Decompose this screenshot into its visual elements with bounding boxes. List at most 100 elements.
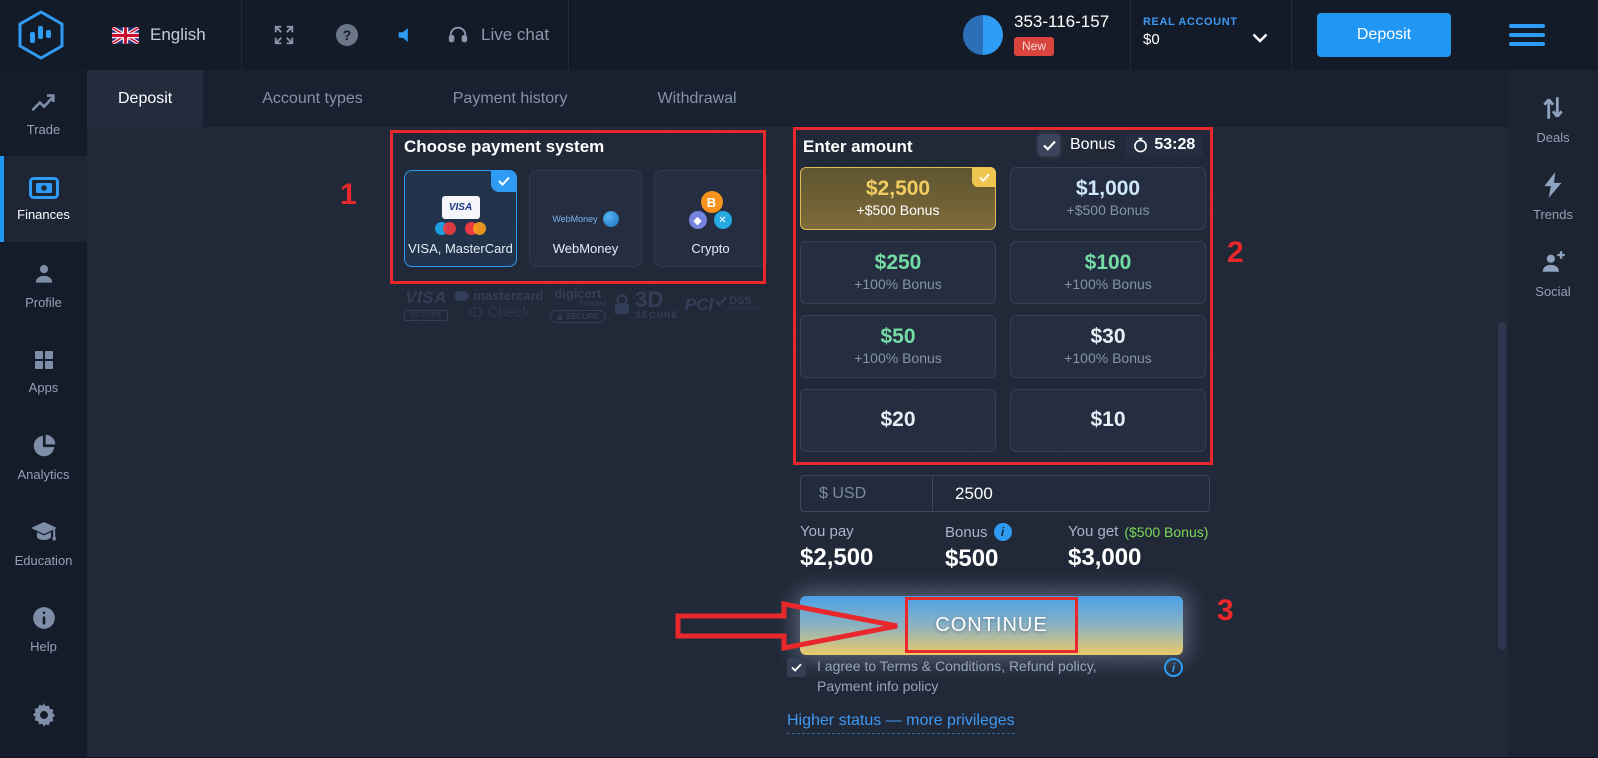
agree-checkbox[interactable] — [787, 658, 806, 677]
deposit-summary: You pay $2,500 Bonus i $500 You get ($50… — [800, 523, 1212, 577]
app-logo-icon[interactable] — [16, 9, 66, 61]
sidebar-item-label: Social — [1535, 284, 1570, 299]
choose-payment-title: Choose payment system — [404, 137, 604, 157]
bonus-info-icon[interactable]: i — [994, 523, 1012, 541]
sidebar-item-label: Trends — [1533, 207, 1573, 222]
ethereum-icon: ◆ — [689, 211, 707, 229]
tab-account-types[interactable]: Account types — [231, 70, 394, 127]
terms-text[interactable]: I agree to Terms & Conditions, Refund po… — [817, 657, 1145, 696]
amount-option-250[interactable]: $250 +100% Bonus — [800, 241, 996, 304]
left-sidebar: Trade Finances Profile Apps Analytics — [0, 70, 87, 757]
amount-option-50[interactable]: $50 +100% Bonus — [800, 315, 996, 378]
terms-info-icon[interactable]: i — [1164, 658, 1183, 677]
lightning-icon — [1542, 171, 1564, 199]
sidebar-item-help[interactable]: Help — [0, 586, 87, 672]
3d-secure-badge: 3D SECURE — [612, 289, 679, 320]
top-bar: English ? Live chat 353-116-157 New REAL… — [0, 0, 1598, 70]
amount-option-1000[interactable]: $1,000 +$500 Bonus — [1010, 167, 1206, 230]
webmoney-globe-icon — [603, 211, 619, 227]
amount-input[interactable] — [933, 476, 1209, 511]
amount-option-20[interactable]: $20 — [800, 389, 996, 452]
crypto-coins-logo: B ◆ ✕ — [686, 191, 736, 231]
account-type-label: REAL ACCOUNT — [1143, 16, 1238, 28]
scrollbar-thumb[interactable] — [1498, 322, 1506, 650]
payment-method-label: WebMoney — [553, 241, 619, 256]
live-chat-button[interactable]: Live chat — [447, 0, 549, 70]
amount-option-10[interactable]: $10 — [1010, 389, 1206, 452]
currency-selector[interactable]: $ USD — [801, 476, 933, 511]
sidebar-item-apps[interactable]: Apps — [0, 328, 87, 414]
divider — [1291, 0, 1292, 70]
add-user-icon — [1539, 248, 1567, 276]
fullscreen-icon[interactable] — [272, 0, 296, 70]
right-sidebar: Deals Trends Social — [1508, 70, 1598, 757]
headset-icon — [447, 24, 469, 46]
amount-option-30[interactable]: $30 +100% Bonus — [1010, 315, 1206, 378]
you-pay-value: $2,500 — [800, 544, 873, 572]
you-pay-label: You pay — [800, 523, 873, 540]
you-get-label: You get — [1068, 523, 1118, 540]
amount-input-group: $ USD — [800, 475, 1210, 512]
higher-status-link[interactable]: Higher status — more privileges — [787, 712, 1015, 734]
amount-options-grid: $2,500 +$500 Bonus $1,000 +$500 Bonus $2… — [800, 167, 1206, 452]
sidebar-item-label: Finances — [17, 207, 70, 222]
sound-icon[interactable] — [394, 0, 418, 70]
live-chat-label: Live chat — [481, 25, 549, 45]
sidebar-item-education[interactable]: Education — [0, 500, 87, 586]
sidebar-item-trade[interactable]: Trade — [0, 70, 87, 156]
bonus-label: Bonus — [1070, 136, 1115, 154]
check-icon — [715, 295, 727, 307]
payment-method-visa-mastercard[interactable]: VISA VISA, MasterCard — [404, 170, 517, 267]
divider — [568, 0, 569, 70]
sidebar-item-analytics[interactable]: Analytics — [0, 414, 87, 500]
bonus-controls: Bonus 53:28 — [1038, 133, 1203, 157]
bonus-summary-value: $500 — [945, 545, 1012, 573]
amount-option-2500[interactable]: $2,500 +$500 Bonus — [800, 167, 996, 230]
sidebar-item-label: Apps — [29, 380, 59, 395]
payment-method-crypto[interactable]: B ◆ ✕ Crypto — [654, 170, 767, 267]
amount-option-100[interactable]: $100 +100% Bonus — [1010, 241, 1206, 304]
selected-check-icon — [491, 170, 517, 192]
uk-flag-icon — [112, 27, 139, 44]
apps-grid-icon — [32, 348, 56, 372]
pci-dss-badge: PCI DSS COMPLIANT — [685, 295, 762, 315]
bitcoin-icon: B — [701, 191, 723, 213]
finance-tabs: Deposit Account types Payment history Wi… — [87, 70, 1508, 127]
payment-methods: VISA VISA, MasterCard WebMoney WebMoney … — [404, 170, 767, 267]
account-id: 353-116-157 — [1014, 12, 1109, 32]
digicert-badge: digicert Trusted SECURE — [550, 286, 606, 323]
sidebar-item-social[interactable]: Social — [1535, 248, 1570, 299]
sidebar-item-profile[interactable]: Profile — [0, 242, 87, 328]
sidebar-item-trends[interactable]: Trends — [1533, 171, 1573, 222]
help-question-icon[interactable]: ? — [336, 24, 358, 46]
tab-deposit[interactable]: Deposit — [87, 70, 203, 127]
sidebar-item-settings[interactable] — [0, 672, 87, 758]
education-cap-icon — [30, 519, 58, 545]
tab-withdrawal[interactable]: Withdrawal — [626, 70, 767, 127]
you-get-bonus-note: ($500 Bonus) — [1124, 524, 1208, 540]
bonus-checkbox[interactable] — [1038, 134, 1060, 156]
terms-agreement: I agree to Terms & Conditions, Refund po… — [787, 657, 1183, 696]
info-circle-icon — [31, 605, 57, 631]
sidebar-item-label: Education — [15, 553, 73, 568]
timer-value: 53:28 — [1154, 136, 1195, 154]
deposit-button[interactable]: Deposit — [1317, 13, 1451, 57]
avatar[interactable] — [963, 15, 1003, 55]
account-type-selector[interactable]: REAL ACCOUNT $0 — [1143, 16, 1238, 48]
tab-payment-history[interactable]: Payment history — [422, 70, 599, 127]
sidebar-item-deals[interactable]: Deals — [1536, 94, 1569, 145]
menu-icon[interactable] — [1509, 24, 1545, 46]
stopwatch-icon — [1133, 137, 1148, 153]
account-balance: $0 — [1143, 31, 1238, 48]
language-label: English — [150, 25, 206, 45]
sidebar-item-label: Help — [30, 639, 57, 654]
language-selector[interactable]: English — [112, 0, 206, 70]
bonus-summary-label: Bonus — [945, 524, 988, 541]
continue-button[interactable]: CONTINUE — [800, 596, 1183, 655]
chevron-down-icon[interactable] — [1252, 30, 1268, 48]
finances-icon — [29, 177, 59, 199]
selected-check-icon — [972, 167, 996, 187]
sidebar-item-finances[interactable]: Finances — [0, 156, 87, 242]
analytics-pie-icon — [31, 433, 57, 459]
payment-method-webmoney[interactable]: WebMoney WebMoney — [529, 170, 642, 267]
